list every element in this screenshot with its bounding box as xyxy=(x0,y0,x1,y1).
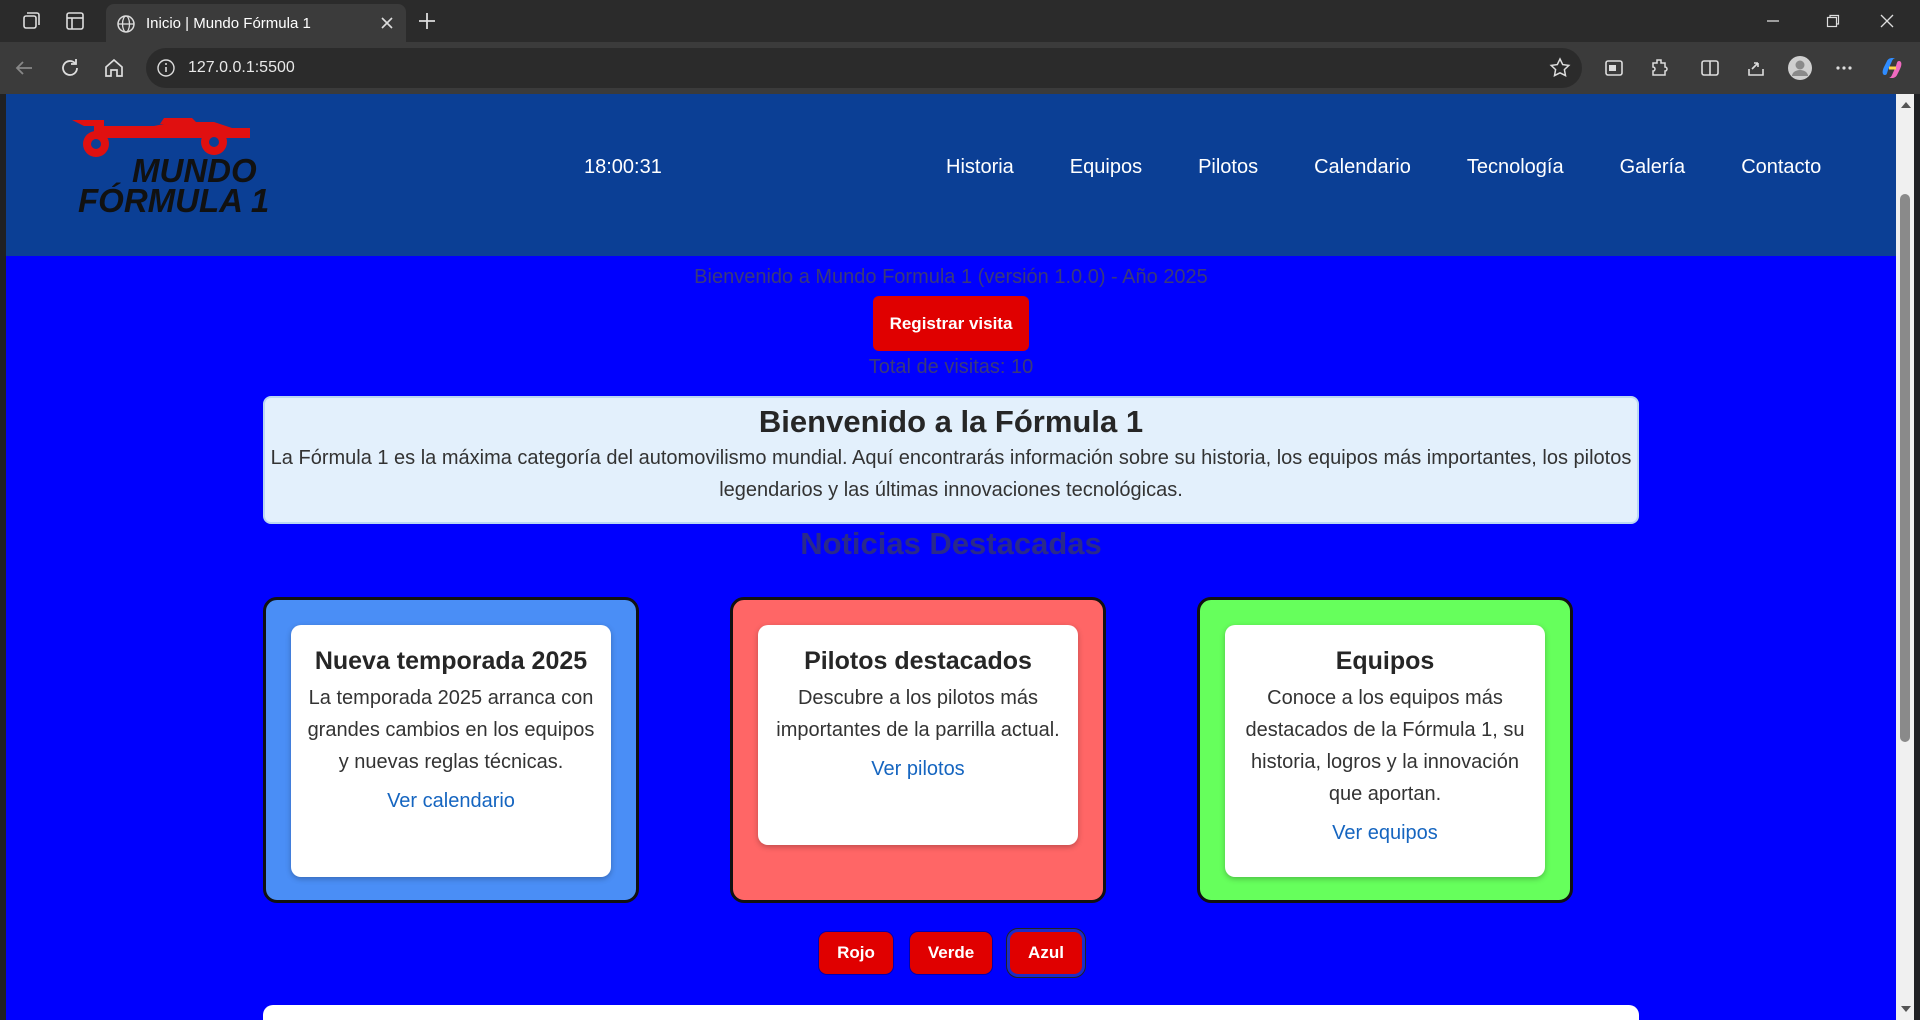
scrollbar-thumb[interactable] xyxy=(1900,194,1910,742)
nav-equipos[interactable]: Equipos xyxy=(1070,156,1142,179)
news-section-title: Noticias Destacadas xyxy=(800,526,1102,561)
nav-galeria[interactable]: Galería xyxy=(1620,156,1686,179)
intro-title: Bienvenido a la Fórmula 1 xyxy=(758,404,1144,439)
profile-avatar-icon[interactable] xyxy=(1786,54,1814,82)
refresh-icon[interactable] xyxy=(56,54,84,82)
close-tab-icon[interactable] xyxy=(376,12,398,34)
intro-text: La Fórmula 1 es la máxima categoría del … xyxy=(270,447,1632,501)
extensions-icon[interactable] xyxy=(1646,54,1674,82)
nav-historia[interactable]: Historia xyxy=(946,156,1014,179)
nav-pilotos[interactable]: Pilotos xyxy=(1198,156,1258,179)
address-bar[interactable]: 127.0.0.1:5500 xyxy=(146,48,1582,88)
color-green-button[interactable]: Verde xyxy=(910,932,992,974)
welcome-message: Bienvenido a Mundo Formula 1 (versión 1.… xyxy=(694,266,1208,288)
main-nav: Historia Equipos Pilotos Calendario Tecn… xyxy=(946,156,1821,179)
news-card-body: Nueva temporada 2025 La temporada 2025 a… xyxy=(291,625,611,877)
card-title: Equipos xyxy=(1335,647,1435,675)
register-visit-button[interactable]: Registrar visita xyxy=(873,296,1029,351)
more-options-icon[interactable] xyxy=(1830,54,1858,82)
page-scrollbar[interactable] xyxy=(1896,94,1914,1020)
visit-counter: Total de visitas: 10 xyxy=(868,356,1034,378)
card-link-drivers[interactable]: Ver pilotos xyxy=(871,758,964,781)
scroll-down-arrow-icon[interactable] xyxy=(1901,1006,1911,1012)
minimize-icon[interactable] xyxy=(1750,8,1796,34)
favorite-star-icon[interactable] xyxy=(1548,56,1572,80)
restore-icon[interactable] xyxy=(1810,8,1856,34)
card-text: Descubre a los pilotos más importantes d… xyxy=(776,687,1060,741)
site-info-icon[interactable] xyxy=(156,58,176,78)
split-screen-icon[interactable] xyxy=(1696,54,1724,82)
card-link-teams[interactable]: Ver equipos xyxy=(1332,822,1438,845)
news-card-season: Nueva temporada 2025 La temporada 2025 a… xyxy=(263,597,639,903)
scroll-up-arrow-icon[interactable] xyxy=(1901,102,1911,108)
card-text: La temporada 2025 arranca con grandes ca… xyxy=(307,687,595,773)
browser-toolbar: 127.0.0.1:5500 xyxy=(0,42,1920,94)
copilot-icon[interactable] xyxy=(1878,54,1906,82)
share-icon[interactable] xyxy=(1742,54,1770,82)
news-card-drivers: Pilotos destacados Descubre a los piloto… xyxy=(730,597,1106,903)
page-viewport: MUNDO FÓRMULA 1 18:00:31 Historia Equipo… xyxy=(6,94,1896,1020)
card-title: Nueva temporada 2025 xyxy=(314,647,588,675)
card-text: Conoce a los equipos más destacados de l… xyxy=(1245,687,1525,805)
card-title: Pilotos destacados xyxy=(804,647,1032,675)
next-section-panel xyxy=(263,1005,1639,1020)
color-red-button[interactable]: Rojo xyxy=(819,932,893,974)
news-card-body: Pilotos destacados Descubre a los piloto… xyxy=(758,625,1078,845)
news-card-body: Equipos Conoce a los equipos más destaca… xyxy=(1225,625,1545,877)
tab-title: Inicio | Mundo Fórmula 1 xyxy=(146,15,311,32)
intro-panel: Bienvenido a la Fórmula 1 La Fórmula 1 e… xyxy=(263,396,1639,524)
tab-actions-icon[interactable] xyxy=(62,8,88,34)
url-text: 127.0.0.1:5500 xyxy=(188,59,295,76)
site-header: MUNDO FÓRMULA 1 18:00:31 Historia Equipo… xyxy=(6,94,1896,256)
active-tab[interactable]: Inicio | Mundo Fórmula 1 xyxy=(106,4,406,42)
globe-icon xyxy=(116,14,136,34)
card-link-calendar[interactable]: Ver calendario xyxy=(387,790,515,813)
nav-calendario[interactable]: Calendario xyxy=(1314,156,1411,179)
news-card-teams: Equipos Conoce a los equipos más destaca… xyxy=(1197,597,1573,903)
new-tab-icon[interactable] xyxy=(414,8,440,34)
nav-tecnologia[interactable]: Tecnología xyxy=(1467,156,1564,179)
browser-tab-bar: Inicio | Mundo Fórmula 1 xyxy=(0,0,1920,42)
home-icon[interactable] xyxy=(100,54,128,82)
back-arrow-icon[interactable] xyxy=(10,54,38,82)
workspaces-icon[interactable] xyxy=(18,8,44,34)
close-window-icon[interactable] xyxy=(1864,8,1910,34)
nav-contacto[interactable]: Contacto xyxy=(1741,156,1821,179)
color-blue-button[interactable]: Azul xyxy=(1010,932,1082,974)
immersive-reader-icon[interactable] xyxy=(1600,54,1628,82)
clock-display: 18:00:31 xyxy=(584,156,662,178)
svg-text:FÓRMULA 1: FÓRMULA 1 xyxy=(78,182,269,219)
site-logo[interactable]: MUNDO FÓRMULA 1 xyxy=(64,112,304,242)
